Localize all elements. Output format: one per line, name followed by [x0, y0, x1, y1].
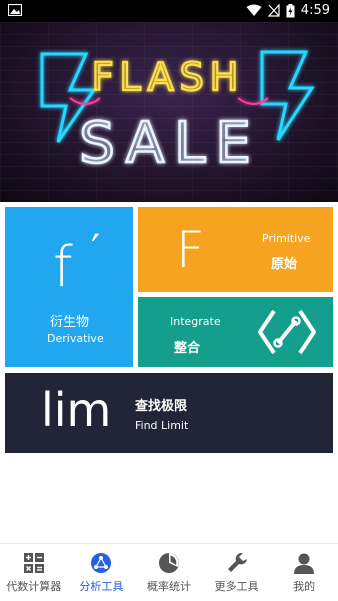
nav-label: 更多工具: [214, 580, 259, 593]
analysis-icon: [91, 553, 112, 573]
limit-title-cn: 查找极限: [135, 399, 188, 414]
bottom-nav: 代数计算器 分析工具 概率统计 更多工具 我的: [0, 543, 338, 601]
nav-item-more-tools[interactable]: 更多工具: [203, 544, 271, 601]
wifi-icon: [246, 4, 262, 16]
limit-symbol: lim: [41, 383, 112, 437]
banner-line-2: SALE: [79, 111, 260, 176]
flash-sale-banner[interactable]: FLASH SALE: [0, 22, 338, 202]
nav-item-probability-stats[interactable]: 概率统计: [135, 544, 203, 601]
nav-label: 分析工具: [79, 580, 124, 593]
person-icon: [294, 553, 315, 574]
nav-label: 概率统计: [146, 580, 191, 593]
image-notification-icon: [8, 4, 22, 16]
primitive-tile[interactable]: F Primitive 原始: [138, 207, 333, 292]
nav-label: 我的: [293, 580, 316, 593]
wrench-icon: [227, 553, 247, 572]
neon-sign-graphic: FLASH SALE: [24, 50, 315, 177]
derivative-symbol: f: [53, 235, 73, 300]
nav-label: 代数计算器: [6, 580, 62, 593]
calculator-icon: [23, 553, 44, 573]
integration-link-icon: [258, 309, 316, 355]
pie-chart-icon: [158, 553, 179, 573]
banner-line-1: FLASH: [92, 55, 245, 99]
clock: 4:59: [300, 3, 330, 18]
primitive-title-cn: 原始: [271, 257, 298, 272]
derivative-prime-mark: ′: [91, 227, 101, 273]
nav-item-algebra-calculator[interactable]: 代数计算器: [0, 544, 68, 601]
derivative-title-cn: 衍生物: [50, 315, 90, 330]
integrate-title-cn: 整合: [174, 341, 201, 356]
primitive-symbol: F: [176, 221, 205, 279]
battery-charging-icon: [286, 3, 295, 17]
find-limit-tile[interactable]: lim 查找极限 Find Limit: [5, 373, 333, 453]
derivative-tile[interactable]: f ′ 衍生物 Derivative: [5, 207, 133, 367]
derivative-title-en: Derivative: [47, 332, 104, 345]
integrate-tile[interactable]: Integrate 整合: [138, 297, 333, 367]
limit-title-en: Find Limit: [135, 419, 189, 432]
status-bar: 4:59: [0, 0, 338, 22]
integrate-title-en: Integrate: [170, 315, 221, 328]
primitive-title-en: Primitive: [262, 232, 311, 245]
no-signal-icon: [267, 4, 280, 17]
nav-item-profile[interactable]: 我的: [270, 544, 338, 601]
nav-item-analysis-tools[interactable]: 分析工具: [68, 544, 136, 601]
